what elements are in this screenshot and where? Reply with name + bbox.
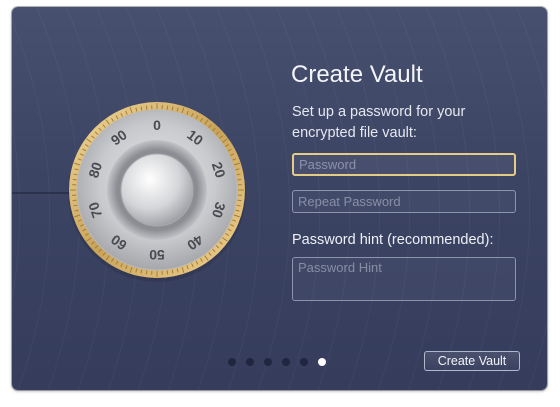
dial-tick [166,105,169,110]
dialog-title: Create Vault [291,61,423,88]
page-dot[interactable] [228,358,236,366]
dial-tick [237,199,242,202]
page-dot[interactable] [300,358,308,366]
dialog-subtitle: Set up a password for your encrypted fil… [292,104,466,141]
page-dot[interactable] [246,358,254,366]
page-indicator [228,358,336,366]
dial-tick [72,178,77,181]
dial-number: 50 [149,247,165,263]
password-field[interactable] [292,153,516,176]
dial-knob [120,153,194,227]
dial-number: 0 [153,117,161,133]
dial-tick [72,199,77,202]
dial-tick [166,270,169,275]
dial-tick [145,105,148,110]
create-vault-button[interactable]: Create Vault [424,351,520,371]
dial-tick [237,178,242,181]
repeat-password-field[interactable] [292,190,516,213]
password-hint-field[interactable] [292,257,516,301]
page-dot[interactable] [264,358,272,366]
password-hint-label: Password hint (recommended): [292,232,494,248]
page-dot[interactable] [282,358,290,366]
dial-tick [145,270,148,275]
create-vault-window: 0 10 20 30 40 50 60 70 80 90 Create Vault Set up … [12,7,547,390]
page-dot-active[interactable] [318,358,326,366]
